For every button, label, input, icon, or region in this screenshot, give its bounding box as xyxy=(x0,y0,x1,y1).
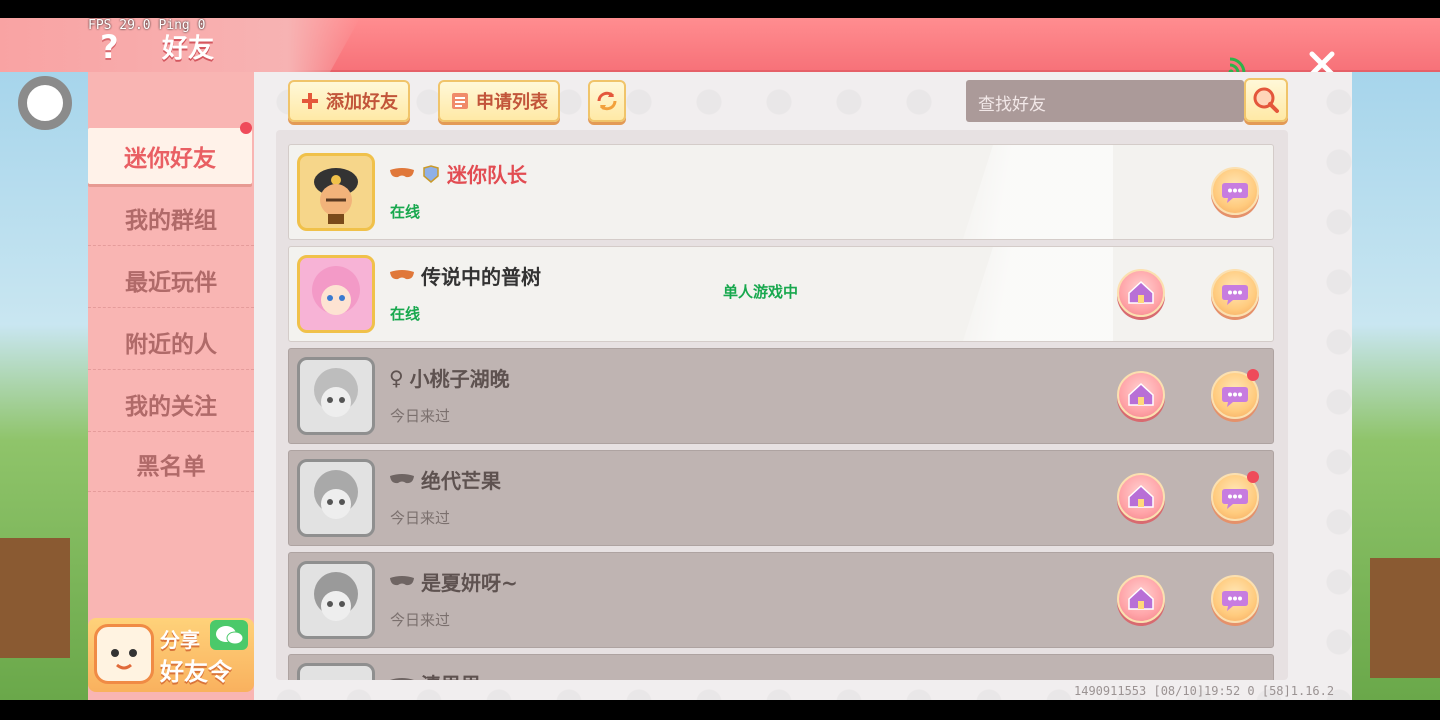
mask-icon xyxy=(390,473,414,483)
mascot-icon xyxy=(94,624,154,684)
friend-name: 清思思 xyxy=(421,669,481,680)
list-icon xyxy=(452,93,468,109)
sidebar-item-following[interactable]: 我的关注 xyxy=(88,376,254,432)
avatar[interactable] xyxy=(297,255,375,333)
bottom-letterbox xyxy=(0,700,1440,720)
search-button[interactable] xyxy=(1244,78,1288,122)
request-list-label: 申请列表 xyxy=(476,92,548,113)
visit-home-button[interactable] xyxy=(1117,269,1165,317)
home-icon xyxy=(1128,382,1154,406)
friend-name: 迷你队长 xyxy=(447,163,527,187)
search-icon xyxy=(1253,87,1279,113)
sidebar-item-label: 我的群组 xyxy=(125,207,217,234)
sidebar-item-label: 黑名单 xyxy=(136,453,206,480)
sidebar-item-label: 迷你好友 xyxy=(124,146,216,172)
friend-name: 是夏妍呀~ xyxy=(421,571,518,595)
friend-activity: 单人游戏中 xyxy=(723,283,799,301)
terrain-block xyxy=(1370,558,1440,678)
row-highlight xyxy=(963,247,1113,341)
chat-bubble-icon xyxy=(1222,285,1248,305)
avatar[interactable] xyxy=(297,153,375,231)
page-title: 好友 xyxy=(162,34,215,64)
friend-status: 今日来过 xyxy=(390,611,451,629)
friend-name-wrap: 是夏妍呀~ xyxy=(389,567,518,596)
chat-bubble-icon xyxy=(1222,591,1248,611)
fps-ping-readout: FPS 29.0 Ping 0 xyxy=(88,18,206,33)
avatar[interactable] xyxy=(297,561,375,639)
avatar[interactable] xyxy=(297,357,375,435)
friend-name-wrap: ♀ 小桃子湖晚 xyxy=(389,363,510,392)
chat-button[interactable] xyxy=(1211,369,1259,419)
home-icon xyxy=(1128,280,1154,304)
request-list-button[interactable]: 申请列表 xyxy=(438,80,560,122)
chat-button[interactable] xyxy=(1211,471,1259,521)
avatar[interactable] xyxy=(297,459,375,537)
chat-button[interactable] xyxy=(1211,575,1259,623)
wechat-icon xyxy=(210,620,248,650)
friend-name-wrap: 传说中的普树 xyxy=(389,261,541,290)
friend-name: 小桃子湖晚 xyxy=(409,367,510,391)
refresh-icon xyxy=(597,91,617,111)
sidebar-item-nearby[interactable]: 附近的人 xyxy=(88,314,254,370)
terrain-block xyxy=(0,538,70,658)
mask-icon xyxy=(390,269,414,279)
sidebar: 迷你好友 我的群组 最近玩伴 附近的人 我的关注 黑名单 xyxy=(88,72,254,700)
mask-icon xyxy=(390,575,414,585)
sidebar-item-my-groups[interactable]: 我的群组 xyxy=(88,190,254,246)
sidebar-item-label: 附近的人 xyxy=(125,331,217,358)
visit-home-button[interactable] xyxy=(1117,371,1165,419)
search-input[interactable]: 查找好友 xyxy=(966,80,1244,122)
visit-home-button[interactable] xyxy=(1117,575,1165,623)
chat-button[interactable] xyxy=(1211,167,1259,215)
friend-row[interactable]: 清思思 xyxy=(288,654,1274,680)
friend-name-wrap: 绝代芒果 xyxy=(389,465,501,494)
chat-bubble-icon xyxy=(1222,183,1248,203)
friend-row[interactable]: 是夏妍呀~ 今日来过 xyxy=(288,552,1274,648)
friend-name: 绝代芒果 xyxy=(421,469,501,493)
friend-status: 今日来过 xyxy=(390,407,451,425)
floating-menu-button[interactable] xyxy=(18,76,72,130)
home-icon xyxy=(1128,484,1154,508)
header-bar: ? 好友 xyxy=(0,18,1440,77)
refresh-button[interactable] xyxy=(588,80,626,122)
unread-dot xyxy=(1247,369,1259,381)
mask-icon xyxy=(390,167,414,177)
add-friend-label: 添加好友 xyxy=(326,92,398,113)
add-friend-button[interactable]: 添加好友 xyxy=(288,80,410,122)
friend-list[interactable]: 迷你队长 在线 传说中的普树 在线 单人游戏中 ♀ 小桃子湖晚 今日来过 绝代芒… xyxy=(276,130,1288,680)
notification-dot xyxy=(240,122,252,134)
sidebar-item-mini-friends[interactable]: 迷你好友 xyxy=(88,122,252,184)
friend-status: 今日来过 xyxy=(390,509,451,527)
friend-name-wrap: 迷你队长 xyxy=(389,159,527,188)
friend-row[interactable]: 绝代芒果 今日来过 xyxy=(288,450,1274,546)
gender-female-icon: ♀ xyxy=(389,365,404,390)
home-icon xyxy=(1128,586,1154,610)
build-info: 1490911553 [08/10]19:52 0 [58]1.16.2 xyxy=(1074,684,1335,698)
friend-status: 在线 xyxy=(390,305,421,323)
share-label: 分享 xyxy=(160,628,200,652)
unread-dot xyxy=(1247,471,1259,483)
sidebar-item-recent-playmates[interactable]: 最近玩伴 xyxy=(88,252,254,308)
friend-row[interactable]: ♀ 小桃子湖晚 今日来过 xyxy=(288,348,1274,444)
friend-status: 在线 xyxy=(390,203,421,221)
avatar[interactable] xyxy=(297,663,375,680)
sidebar-item-blacklist[interactable]: 黑名单 xyxy=(88,436,254,492)
friend-name-wrap: 清思思 xyxy=(389,669,481,680)
visit-home-button[interactable] xyxy=(1117,473,1165,521)
friend-row[interactable]: 传说中的普树 在线 单人游戏中 xyxy=(288,246,1274,342)
friend-name: 传说中的普树 xyxy=(421,265,541,289)
chat-button[interactable] xyxy=(1211,269,1259,317)
sidebar-item-label: 最近玩伴 xyxy=(125,269,217,296)
friend-code-label: 好友令 xyxy=(160,658,232,686)
friend-row[interactable]: 迷你队长 在线 xyxy=(288,144,1274,240)
plus-icon xyxy=(302,93,318,109)
mask-icon xyxy=(390,677,414,680)
share-friend-code-button[interactable]: 分享 好友令 xyxy=(88,618,254,692)
vip-badge-icon xyxy=(423,164,439,183)
row-highlight xyxy=(963,145,1113,239)
top-letterbox xyxy=(0,0,1440,18)
help-icon[interactable]: ? xyxy=(100,28,130,66)
sidebar-item-label: 我的关注 xyxy=(125,393,217,420)
